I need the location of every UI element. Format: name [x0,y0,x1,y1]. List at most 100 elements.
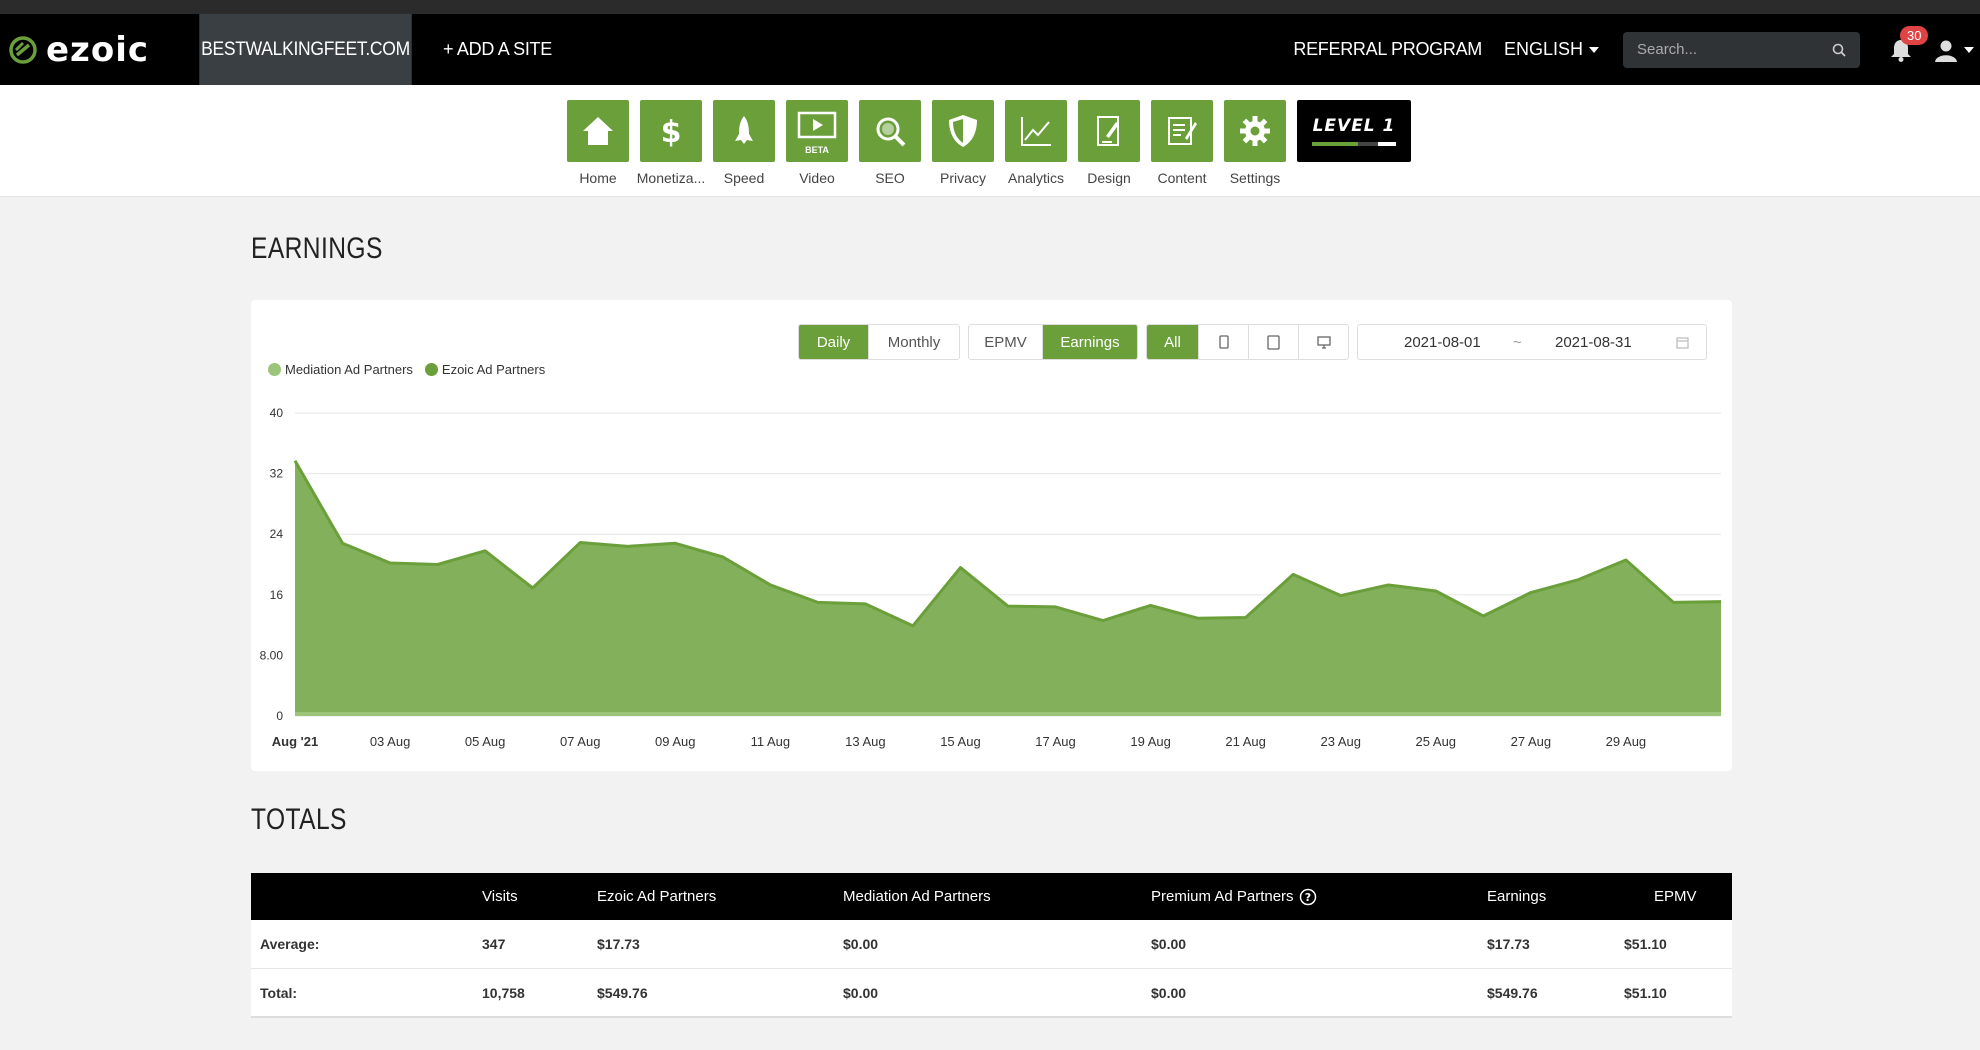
tool-privacy-box [932,100,994,162]
help-icon[interactable]: ? [1299,888,1317,906]
col-header-epmv: EPMV [1654,888,1697,905]
col-header-mediation: Mediation Ad Partners [843,888,991,905]
level-progress-bar [1312,142,1396,146]
magnifier-icon [876,117,906,147]
tool-home-box [567,100,629,162]
tool-settings[interactable]: Settings [1224,100,1286,186]
cell-earnings: $549.76 [1487,984,1538,1001]
cell-ezoic: $17.73 [597,936,640,952]
series-base-mediation [295,712,1721,716]
x-tick-label: 17 Aug [1035,734,1076,749]
language-label: ENGLISH [1503,39,1583,59]
level-badge[interactable]: LEVEL 1 [1297,100,1411,162]
svg-text:?: ? [1304,891,1310,904]
top-navbar: ezoic BESTWALKINGFEET.COM + ADD A SITE R… [0,14,1980,85]
chevron-down-icon [1589,46,1599,53]
user-menu[interactable] [1934,38,1974,62]
cell-mediation: $0.00 [843,936,879,952]
table-row: Average: 347 $17.73 $0.00 $0.00 $17.73 $… [251,920,1732,969]
ezoic-logo-icon [9,35,37,64]
search-icon[interactable] [1832,43,1846,57]
video-icon [797,111,837,139]
earnings-chart-card: Daily Monthly EPMV Earnings All 2021-08-… [251,300,1732,771]
tool-speed[interactable]: Speed [713,100,775,186]
tool-label: Video [799,170,835,186]
x-tick-label: 29 Aug [1606,734,1647,749]
gear-icon [1240,116,1270,146]
shield-icon [949,115,977,147]
cell-visits: 347 [482,936,506,952]
cell-premium: $0.00 [1151,984,1187,1001]
y-tick-label: 16 [270,588,284,602]
x-tick-label: 23 Aug [1320,734,1361,749]
tool-analytics[interactable]: Analytics [1005,100,1067,186]
user-avatar-icon [1935,40,1957,62]
tool-settings-box [1224,100,1286,162]
earnings-area-chart: 0 8.00 16 24 32 40 Aug '21 03 Aug 05 Aug 07 Aug 09… [260,406,1722,749]
tool-home[interactable]: Home [567,100,629,186]
y-tick-label: 40 [270,406,284,420]
tool-label: Home [579,170,617,186]
design-icon [1097,116,1119,146]
y-tick-label: 8.00 [260,648,284,662]
y-tick-label: 0 [276,709,283,723]
tool-monetization[interactable]: $ Monetiza... [637,100,705,186]
tool-video[interactable]: BETA Video [786,100,848,186]
tool-privacy[interactable]: Privacy [932,100,994,186]
tool-label: Settings [1229,170,1281,186]
cell-visits: 10,758 [482,984,525,1001]
table-row: Total: 10,758 $549.76 $0.00 $0.00 $549.7… [251,969,1732,1018]
y-tick-label: 32 [270,467,284,481]
x-tick-label: 13 Aug [845,734,886,749]
col-header-premium-label: Premium Ad Partners [1151,888,1294,905]
app-toolbar: Home $ Monetiza... Speed BETA Video SEO … [0,85,1980,197]
user-chevron-down-icon [1964,46,1974,53]
header-right-group: REFERRAL PROGRAM ENGLISH 30 [1293,14,1980,85]
row-label: Total: [260,984,298,1001]
svg-text:$: $ [661,115,682,148]
tool-seo[interactable]: SEO [859,100,921,186]
x-tick-label: 21 Aug [1225,734,1266,749]
col-header-earnings: Earnings [1487,888,1547,905]
cell-epmv: $51.10 [1624,936,1667,952]
x-tick-label: 25 Aug [1416,734,1457,749]
tool-analytics-box [1005,100,1067,162]
x-tick-label: 19 Aug [1130,734,1171,749]
x-tick-label: Aug '21 [272,734,318,749]
cell-mediation: $0.00 [843,984,879,1001]
x-tick-label: 11 Aug [751,734,791,749]
x-tick-label: 05 Aug [465,734,506,749]
language-dropdown[interactable]: ENGLISH [1504,39,1599,60]
add-site-link[interactable]: + ADD A SITE [443,39,552,60]
tool-content[interactable]: Content [1151,100,1213,186]
search-input[interactable] [1637,41,1817,58]
search-box [1623,31,1860,68]
row-label: Average: [260,936,320,952]
col-header-ezoic: Ezoic Ad Partners [597,888,717,905]
beta-badge: BETA [805,145,829,155]
referral-program-link[interactable]: REFERRAL PROGRAM [1293,39,1482,60]
cell-epmv: $51.10 [1624,984,1667,1001]
tool-seo-box [859,100,921,162]
notifications-button[interactable]: 30 [1886,25,1929,70]
tool-design[interactable]: Design [1078,100,1140,186]
tool-design-box [1078,100,1140,162]
content-icon [1168,117,1197,145]
cell-ezoic: $549.76 [597,984,648,1001]
tool-label: SEO [875,170,905,186]
logo-text: ezoic [46,29,150,70]
col-header-visits: Visits [482,888,518,905]
home-icon [583,117,613,145]
totals-title: TOTALS [251,803,347,836]
window-top-strip [0,0,1980,14]
series-area-ezoic [295,460,1721,712]
ezoic-logo[interactable]: ezoic [0,14,190,85]
notification-badge: 30 [1900,25,1929,45]
tool-label: Design [1087,170,1131,186]
site-selector[interactable]: BESTWALKINGFEET.COM [199,14,412,85]
totals-table-header: Visits Ezoic Ad Partners Mediation Ad Pa… [251,873,1732,920]
level-progress-fill [1312,142,1359,146]
tool-content-box [1151,100,1213,162]
earnings-title: EARNINGS [251,232,383,265]
level-progress-end [1378,142,1396,146]
